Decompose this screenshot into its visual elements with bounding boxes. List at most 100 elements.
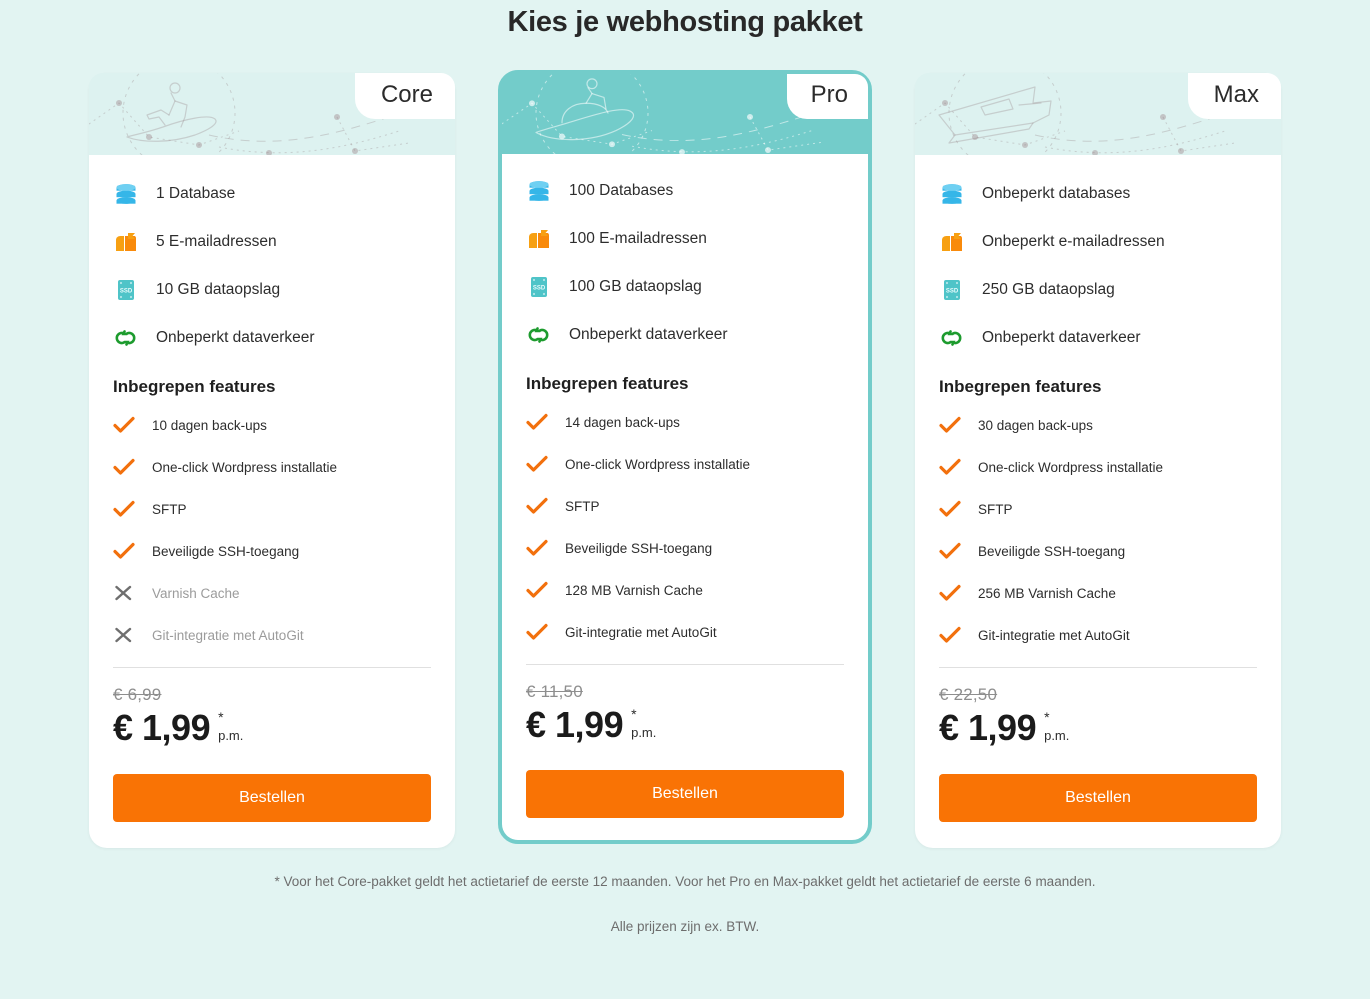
spec-row: SSD 100 GB dataopslag	[526, 274, 844, 300]
new-price-row: € 1,99 * p.m.	[113, 709, 431, 747]
mailbox-icon	[942, 233, 962, 251]
ssd-drive-icon: SSD	[531, 277, 547, 297]
card-header-max: Max	[915, 73, 1281, 155]
ssd-drive-icon: SSD	[944, 280, 960, 300]
feature-label: Git-integratie met AutoGit	[152, 627, 304, 643]
feature-row: Git-integratie met AutoGit	[113, 625, 431, 645]
feature-label: 14 dagen back-ups	[565, 414, 680, 430]
card-header-pro: Pro	[502, 74, 868, 154]
new-price: € 1,99	[939, 707, 1037, 748]
svg-text:SSD: SSD	[946, 289, 959, 295]
pricing-cards: Core 1 Database 5 E-mailadressen SSD 10 GB d…	[0, 70, 1370, 848]
price-period: p.m.	[631, 724, 657, 740]
feature-row: 256 MB Varnish Cache	[939, 583, 1257, 603]
spec-row: Onbeperkt dataverkeer	[939, 325, 1257, 351]
spec-row: SSD 250 GB dataopslag	[939, 277, 1257, 303]
page-title: Kies je webhosting pakket	[507, 6, 863, 38]
check-icon	[526, 497, 548, 514]
check-icon	[526, 581, 548, 598]
feature-row: 30 dagen back-ups	[939, 415, 1257, 435]
spec-label: 250 GB dataopslag	[982, 281, 1115, 298]
new-price: € 1,99	[113, 707, 211, 748]
price-block: € 6,99 € 1,99 * p.m. Bestellen	[113, 668, 431, 822]
spec-label: 100 Databases	[569, 182, 674, 199]
mailbox-icon	[529, 230, 549, 248]
price-suffix: * p.m.	[218, 709, 244, 743]
price-asterisk: *	[631, 706, 637, 722]
check-icon	[526, 539, 548, 556]
features-heading: Inbegrepen features	[939, 377, 1102, 396]
feature-row: Beveiligde SSH-toegang	[113, 541, 431, 561]
plan-name-tab: Pro	[786, 74, 868, 119]
spec-label: 10 GB dataopslag	[156, 281, 281, 298]
order-button[interactable]: Bestellen	[939, 773, 1257, 822]
feature-label: One-click Wordpress installatie	[978, 459, 1164, 475]
feature-label: Git-integratie met AutoGit	[565, 624, 717, 640]
card-body: Onbeperkt databases Onbeperkt e-mailadres…	[915, 155, 1281, 822]
feature-row: 128 MB Varnish Cache	[526, 580, 844, 600]
check-icon	[526, 623, 548, 640]
check-icon	[939, 542, 961, 559]
spec-label: Onbeperkt e-mailadressen	[982, 233, 1165, 250]
check-icon	[939, 626, 961, 643]
check-icon	[113, 458, 135, 475]
card-body: 1 Database 5 E-mailadressen SSD 10 GB datao…	[89, 155, 455, 822]
feature-row: SFTP	[113, 499, 431, 519]
feature-row: Beveiligde SSH-toegang	[939, 541, 1257, 561]
feature-row: Varnish Cache	[113, 583, 431, 603]
spec-row: Onbeperkt e-mailadressen	[939, 229, 1257, 255]
feature-label: Git-integratie met AutoGit	[978, 627, 1130, 643]
new-price-row: € 1,99 * p.m.	[939, 709, 1257, 747]
footnotes: * Voor het Core-pakket geldt het actieta…	[0, 874, 1370, 934]
new-price-row: € 1,99 * p.m.	[526, 706, 844, 744]
pricing-card-pro: Pro 100 Databases 100 E-mailadressen SSD 100…	[498, 70, 872, 844]
footnote-promo-terms: * Voor het Core-pakket geldt het actieta…	[274, 873, 1096, 889]
feature-row: SFTP	[939, 499, 1257, 519]
svg-text:SSD: SSD	[533, 286, 546, 292]
price-period: p.m.	[1044, 727, 1070, 743]
feature-label: Varnish Cache	[152, 585, 240, 601]
feature-label: 128 MB Varnish Cache	[565, 582, 703, 598]
check-icon	[939, 458, 961, 475]
new-price: € 1,99	[526, 704, 624, 745]
price-suffix: * p.m.	[1044, 709, 1070, 743]
footnote-vat: Alle prijzen zijn ex. BTW.	[610, 918, 760, 934]
feature-label: One-click Wordpress installatie	[565, 456, 751, 472]
infinity-traffic-icon	[528, 327, 549, 343]
feature-label: 256 MB Varnish Cache	[978, 585, 1116, 601]
feature-label: 30 dagen back-ups	[978, 417, 1093, 433]
price-suffix: * p.m.	[631, 706, 657, 740]
feature-label: Beveiligde SSH-toegang	[565, 540, 713, 556]
feature-label: Beveiligde SSH-toegang	[152, 543, 300, 559]
price-period: p.m.	[218, 727, 244, 743]
spec-row: 100 E-mailadressen	[526, 226, 844, 252]
spec-label: Onbeperkt databases	[982, 185, 1131, 202]
spec-label: Onbeperkt dataverkeer	[982, 329, 1141, 346]
feature-row: 14 dagen back-ups	[526, 412, 844, 432]
pricing-card-core: Core 1 Database 5 E-mailadressen SSD 10 GB d…	[89, 73, 455, 848]
spec-label: 1 Database	[156, 185, 236, 202]
spec-row: 100 Databases	[526, 178, 844, 204]
check-icon	[939, 584, 961, 601]
order-button[interactable]: Bestellen	[526, 769, 844, 818]
spec-label: 100 E-mailadressen	[569, 230, 707, 247]
feature-label: 10 dagen back-ups	[152, 417, 267, 433]
old-price: € 6,99	[113, 685, 162, 704]
spec-row: Onbeperkt dataverkeer	[113, 325, 431, 351]
feature-row: Beveiligde SSH-toegang	[526, 538, 844, 558]
feature-label: SFTP	[978, 501, 1013, 517]
mailbox-icon	[116, 233, 136, 251]
spec-row: 5 E-mailadressen	[113, 229, 431, 255]
price-asterisk: *	[1044, 709, 1050, 725]
feature-row: One-click Wordpress installatie	[113, 457, 431, 477]
svg-text:SSD: SSD	[120, 289, 133, 295]
infinity-traffic-icon	[941, 330, 962, 346]
spec-row: Onbeperkt dataverkeer	[526, 322, 844, 348]
check-icon	[113, 542, 135, 559]
check-icon	[113, 500, 135, 517]
order-button[interactable]: Bestellen	[113, 773, 431, 822]
feature-row: Git-integratie met AutoGit	[526, 622, 844, 642]
price-asterisk: *	[218, 709, 224, 725]
plan-name-tab: Max	[1187, 73, 1281, 119]
check-icon	[939, 500, 961, 517]
